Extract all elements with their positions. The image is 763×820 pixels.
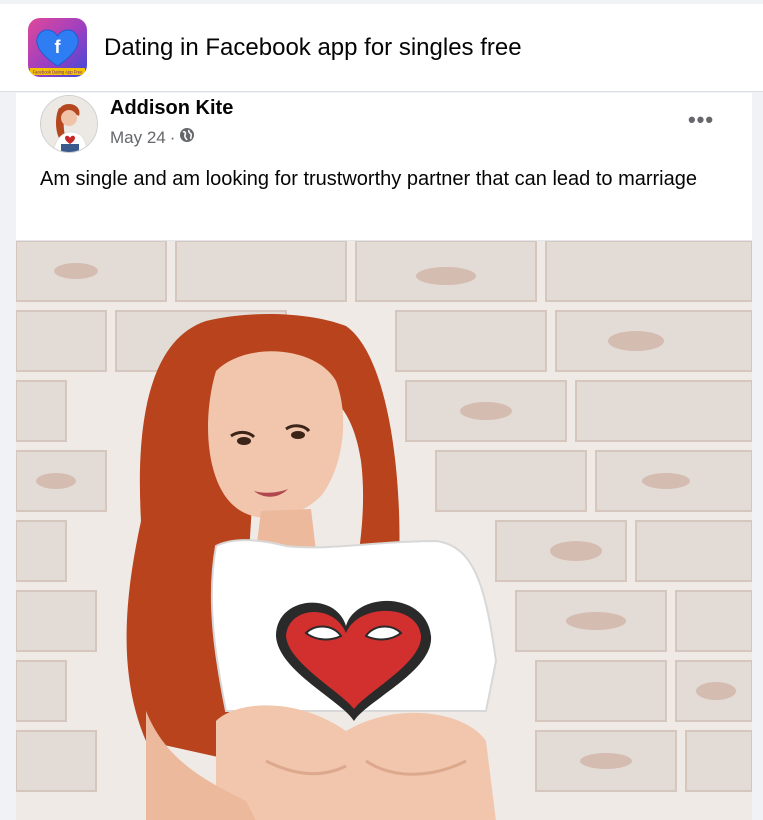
- meta-separator: ·: [169, 127, 176, 147]
- group-logo[interactable]: f Facebook Dating App Free: [28, 18, 87, 77]
- post-card: Addison Kite May 24 · ••• Am single and …: [16, 93, 752, 820]
- photo-illustration: [16, 241, 752, 820]
- post-meta: May 24 ·: [110, 127, 195, 148]
- group-header: f Facebook Dating App Free Dating in Fac…: [0, 4, 763, 92]
- heart-logo-icon: f Facebook Dating App Free: [30, 29, 85, 75]
- logo-letter: f: [55, 37, 62, 57]
- post-date[interactable]: May 24: [110, 128, 166, 148]
- more-options-button[interactable]: •••: [681, 105, 721, 135]
- group-title[interactable]: Dating in Facebook app for singles free: [104, 34, 522, 62]
- author-avatar[interactable]: [40, 95, 98, 153]
- globe-icon: [179, 127, 195, 148]
- logo-caption: Facebook Dating App Free: [33, 70, 83, 75]
- post-photo[interactable]: [16, 240, 752, 820]
- author-name[interactable]: Addison Kite: [110, 97, 233, 120]
- post-text: Am single and am looking for trustworthy…: [40, 168, 697, 190]
